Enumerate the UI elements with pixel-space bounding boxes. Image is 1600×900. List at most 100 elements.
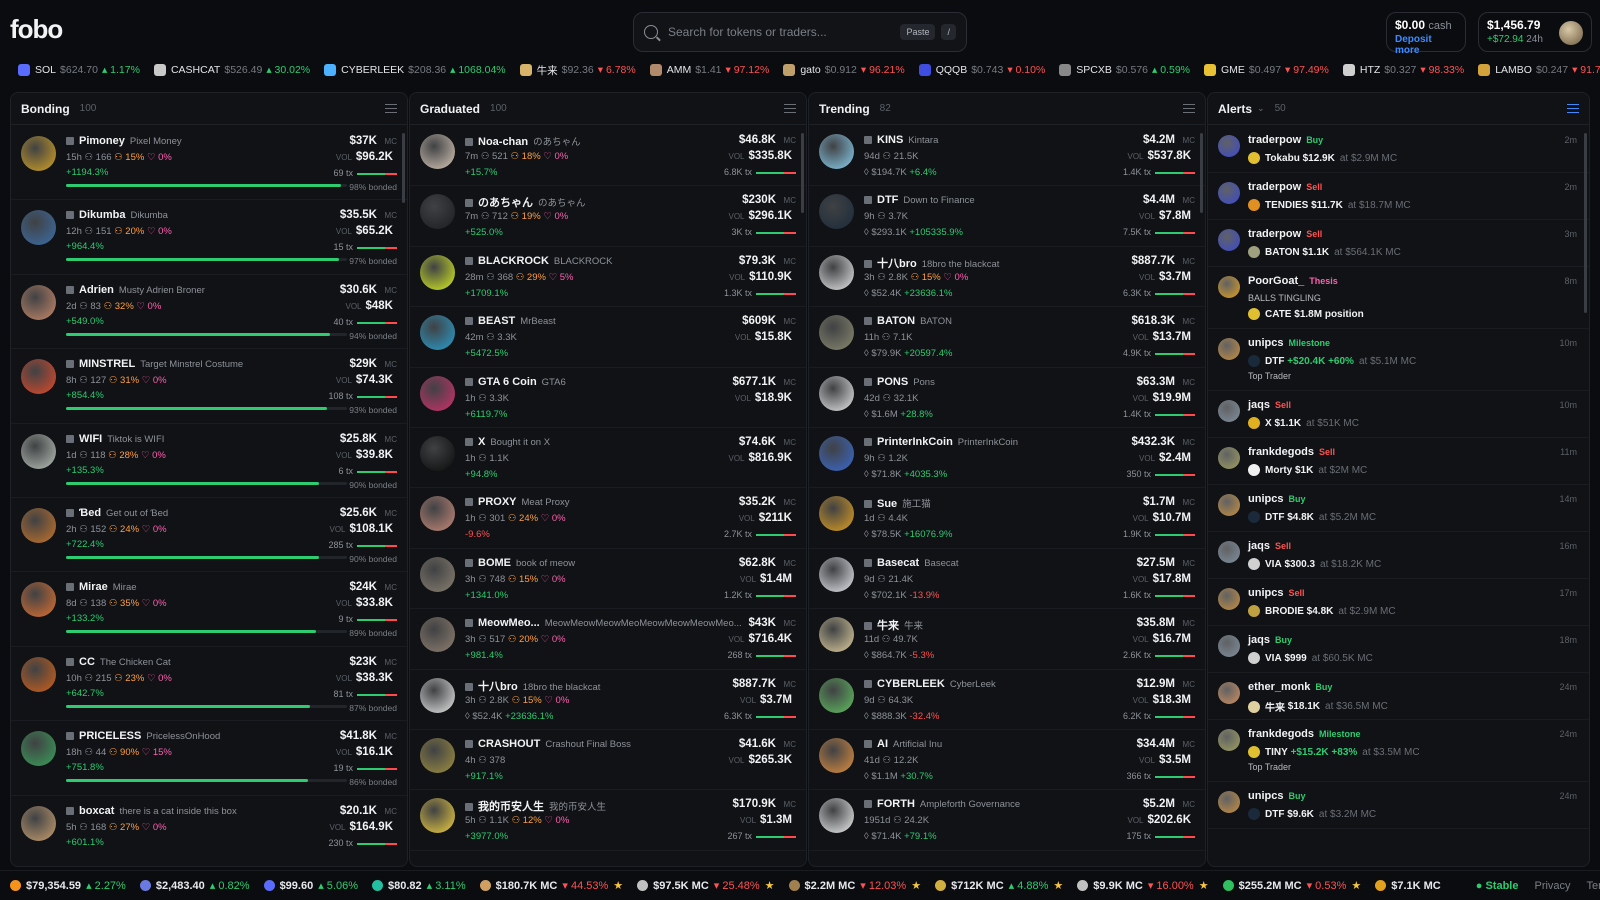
scrollbar[interactable] [402,133,405,203]
star-icon[interactable]: ★ [613,879,623,892]
token-row[interactable]: GTA 6 Coin GTA6 1h ⚇ 3.3K +6119.7% $677.1K M… [410,368,806,428]
ticker-item[interactable]: LAMBO$0.247▾ 91.78% [1478,64,1600,76]
ticker-item[interactable]: SPCXB $0.576 ▴ 0.59% [1059,64,1190,76]
alert-item[interactable]: unipcs Milestone DTF +$20.4K +60% at $5.1M … [1208,329,1589,391]
volume: VOL $2.4M [1139,452,1195,464]
token-row[interactable]: Sue 施工猫 1d ⚇ 4.4K ◊ $78.5K +16076.9% $1.7M M… [809,488,1205,549]
bottom-ticker-item[interactable]: $9.9K MC ▾ 16.00% ★ [1077,879,1209,892]
star-icon[interactable]: ★ [1053,879,1063,892]
token-row[interactable]: Mirae Mirae 8d ⚇ 138 ⚇ 35% ♡ 0% +133.2% $24K… [11,572,407,647]
avatar[interactable] [1559,21,1583,45]
star-icon[interactable]: ★ [765,879,775,892]
star-icon[interactable]: ★ [1199,879,1209,892]
alert-item[interactable]: jaqs Sell X $1.1K at $51K MC 10m [1208,391,1589,438]
alert-item[interactable]: PoorGoat_ Thesis BALLS TINGLING CATE $1.8M … [1208,267,1589,329]
paste-button[interactable]: Paste [900,24,936,40]
scrollbar[interactable] [1584,133,1587,313]
ticker-item[interactable]: AMM $1.41 ▾ 97.12% [649,64,769,76]
bottom-ticker-item[interactable]: $712K MC ▴ 4.88% ★ [935,879,1063,892]
brand-logo[interactable]: fobo [10,14,63,45]
alert-item[interactable]: jaqs Sell VIA $300.3 at $18.2K MC 16m [1208,532,1589,579]
alert-item[interactable]: unipcs Sell BRODIE $4.8K at $2.9M MC 17m [1208,579,1589,626]
filter-icon[interactable] [385,104,397,113]
privacy-link[interactable]: Privacy [1534,880,1570,892]
balance-widget[interactable]: $1,456.79 +$72.94 24h [1478,12,1592,52]
alert-item[interactable]: jaqs Buy VIA $999 at $60.5K MC 18m [1208,626,1589,673]
token-row[interactable]: BATON BATON 11h ⚇ 7.1K ◊ $79.9K +20597.4% $… [809,307,1205,368]
token-row[interactable]: PrinterInkCoin PrinterInkCoin 9h ⚇ 1.2K ◊ … [809,428,1205,489]
chevron-down-icon[interactable]: ⌄ [1257,103,1265,114]
token-row[interactable]: MeowMeo... MeowMeowMeowMeoMeowMeowMeowMeo… [410,609,806,670]
alert-item[interactable]: ether_monk Buy 牛来 $18.1K at $36.5M MC 24m [1208,673,1589,720]
bottom-ticker-item[interactable]: $2,483.40 ▴ 0.82% [139,879,250,892]
bottom-ticker-item[interactable]: $80.82 ▴ 3.11% [372,879,466,892]
terms-link[interactable]: Terms [1587,880,1600,892]
ticker-item[interactable]: gato $0.912 ▾ 96.21% [783,64,905,76]
token-row[interactable]: PRICELESS PricelessOnHood 18h ⚇ 44 ⚇ 90% ♡… [11,721,407,796]
alert-item[interactable]: frankdegods Sell Morty $1K at $2M MC 11m [1208,438,1589,485]
token-row[interactable]: BOME book of meow 3h ⚇ 748 ⚇ 15% ♡ 0% +1341… [410,549,806,610]
alert-item[interactable]: unipcs Buy DTF $4.8K at $5.2M MC 14m [1208,485,1589,532]
ticker-item[interactable]: 牛来 $92.36 ▾ 6.78% [519,63,636,78]
token-row[interactable]: CRASHOUT Crashout Final Boss 4h ⚇ 378 +917… [410,730,806,791]
deposit-more-link[interactable]: Deposit more [1395,34,1457,56]
token-row[interactable]: Ɓed Get out of Ɓed 2h ⚇ 152 ⚇ 24% ♡ 0% +722… [11,498,407,573]
token-row[interactable]: BLACKROCK BLACKROCK 28m ⚇ 368 ⚇ 29% ♡ 5% +1… [410,247,806,308]
token-row[interactable]: 十八bro 18bro the blackcat 3h ⚇ 2.8K ⚇ 15% ♡… [410,670,806,730]
ticker-item[interactable]: CASHCAT $526.49 ▴ 30.02% [153,64,310,76]
token-row[interactable]: のあちゃん のあちゃん 7m ⚇ 712 ⚇ 19% ♡ 0% +525.0% $230… [410,186,806,247]
alert-item[interactable]: traderpow Sell TENDIES $11.7K at $18.7M MC 2… [1208,173,1589,220]
star-icon[interactable]: ★ [911,879,921,892]
token-row[interactable]: AI Artificial Inu 41d ⚇ 12.2K ◊ $1.1M +30.… [809,730,1205,791]
alert-item[interactable]: unipcs Buy DTF $9.6K at $3.2M MC 24m [1208,782,1589,829]
ticker-item[interactable]: HTZ $0.327 ▾ 98.33% [1342,64,1464,76]
token-row[interactable]: DTF Down to Finance 9h ⚇ 3.7K ◊ $293.1K +1… [809,186,1205,247]
token-row[interactable]: 牛来 牛来 11d ⚇ 49.7K ◊ $864.7K -5.3% $35.8M MC V… [809,609,1205,670]
alert-item[interactable]: traderpow Buy Tokabu $12.9K at $2.9M MC 2m [1208,126,1589,173]
alert-mc: at $18.2K MC [1320,558,1382,570]
alert-item[interactable]: frankdegods Milestone TINY +$15.2K +83% at … [1208,720,1589,782]
bottom-ticker-item[interactable]: $7.1K MC [1375,880,1446,892]
ticker-item[interactable]: SOL $624.70 ▴ 1.17% [18,64,140,76]
bottom-ticker-item[interactable]: $97.5K MC ▾ 25.48% ★ [637,879,775,892]
token-row[interactable]: Pimoney Pixel Money 15h ⚇ 166 ⚇ 15% ♡ 0% +1… [11,126,407,201]
token-row[interactable]: KINS Kintara 94d ⚇ 21.5K ◊ $194.7K +6.4% $4… [809,126,1205,187]
search-box[interactable]: Paste / [633,12,967,52]
token-row[interactable]: WIFI Tiktok is WIFI 1d ⚇ 118 ⚇ 28% ♡ 0% +13… [11,424,407,498]
filter-icon[interactable] [784,104,796,113]
column-title[interactable]: Alerts [1218,102,1252,116]
search-input[interactable] [668,25,895,39]
filter-icon[interactable] [1567,104,1579,113]
token-row[interactable]: PROXY Meat Proxy 1h ⚇ 301 ⚇ 24% ♡ 0% -9.6% $… [410,488,806,549]
star-icon[interactable]: ★ [1351,879,1361,892]
token-row[interactable]: FORTH Ampleforth Governance 1951d ⚇ 24.2K … [809,790,1205,851]
alert-item[interactable]: traderpow Sell BATON $1.1K at $564.1K MC 3m [1208,220,1589,267]
ticker-item[interactable]: GME $0.497 ▾ 97.49% [1204,64,1329,76]
bottom-ticker-item[interactable]: $79,354.59 ▴ 2.27% [10,879,126,892]
token-row[interactable]: Adrien Musty Adrien Broner 2d ⚇ 83 ⚇ 32% ♡… [11,275,407,350]
token-row[interactable]: MINSTREL Target Minstrel Costume 8h ⚇ 127 … [11,349,407,424]
volume: VOL $13.7M [1133,331,1195,343]
token-row[interactable]: BEAST MrBeast 42m ⚇ 3.3K +5472.5% $609K MC VO… [410,307,806,368]
bottom-ticker-item[interactable]: $255.2M MC ▾ 0.53% ★ [1222,879,1361,892]
bottom-ticker-item[interactable]: $99.60 ▴ 5.06% [263,879,358,892]
scrollbar[interactable] [801,133,804,213]
cash-widget[interactable]: $0.00 cash Deposit more [1386,12,1466,56]
bottom-ticker-item[interactable]: $180.7K MC ▾ 44.53% ★ [479,879,623,892]
token-row[interactable]: Dikumba Dikumba 12h ⚇ 151 ⚇ 20% ♡ 0% +964.4… [11,200,407,275]
token-row[interactable]: PONS Pons 42d ⚇ 32.1K ◊ $1.6M +28.8% $63.3M… [809,368,1205,428]
bottom-ticker-item[interactable]: $2.2M MC ▾ 12.03% ★ [788,879,921,892]
token-row[interactable]: 十八bro 18bro the blackcat 3h ⚇ 2.8K ⚇ 15% ♡… [809,247,1205,308]
token-avatar [420,435,455,471]
ticker-item[interactable]: QQQB $0.743 ▾ 0.10% [918,64,1045,76]
token-row[interactable]: Noa-chan のあちゃん 7m ⚇ 521 ⚇ 18% ♡ 0% +15.7% $4… [410,126,806,187]
token-row[interactable]: boxcat there is a cat inside this box 5h ⚇… [11,796,407,866]
token-row[interactable]: Basecat Basecat 9d ⚇ 21.4K ◊ $702.1K -13.9… [809,549,1205,610]
filter-icon[interactable] [1183,104,1195,113]
token-row[interactable]: CYBERLEEK CyberLeek 9d ⚇ 64.3K ◊ $888.3K -… [809,670,1205,730]
scrollbar[interactable] [1200,133,1203,213]
token-row[interactable]: CC The Chicken Cat 10h ⚇ 215 ⚇ 23% ♡ 0% +64… [11,647,407,722]
token-row[interactable]: 我的币安人生 我的币安人生 5h ⚇ 1.1K ⚇ 12% ♡ 0% +3977.0%… [410,790,806,851]
token-row[interactable]: X Bought it on X 1h ⚇ 1.1K +94.8% $74.6K MC V… [410,428,806,489]
ticker-item[interactable]: CYBERLEEK $208.36 ▴ 1068.04% [324,64,506,76]
